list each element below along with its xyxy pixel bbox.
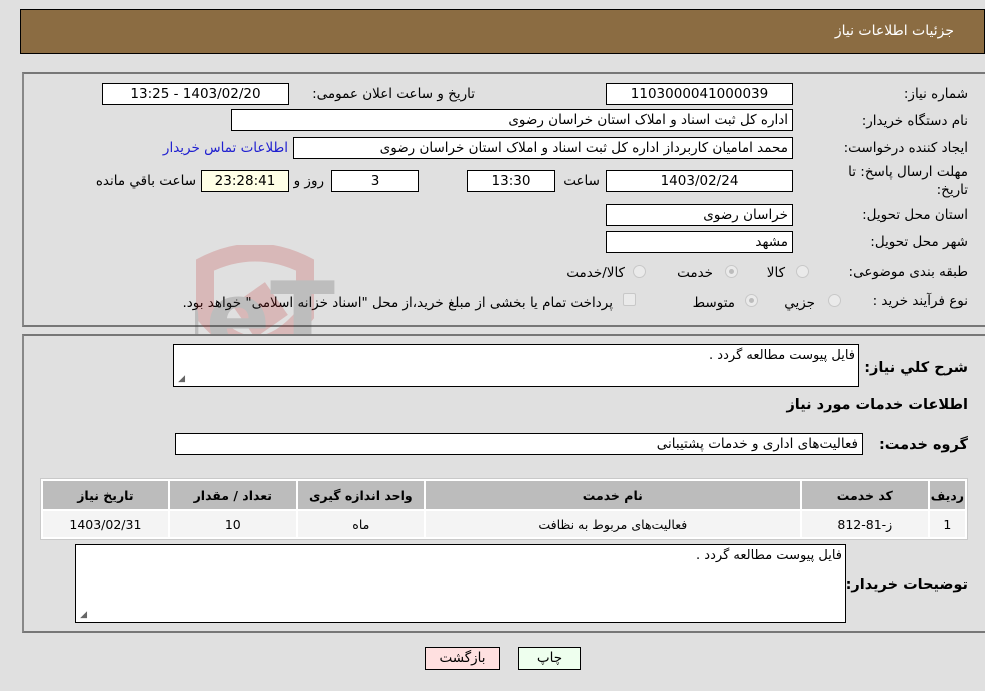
cell-need-date: 1403/02/31 <box>43 511 168 537</box>
col-service-code: کد خدمت <box>801 481 928 509</box>
buyer-notes-textarea[interactable]: فایل پیوست مطالعه گردد . ◢ <box>75 544 846 623</box>
days-label: روز و <box>293 173 324 189</box>
cell-row: 1 <box>929 511 965 537</box>
need-number-label: شماره نیاز: <box>903 86 968 102</box>
announce-datetime-field[interactable]: 1403/02/20 - 13:25 <box>102 83 289 105</box>
services-table: ردیف کد خدمت نام خدمت واحد اندازه گیری ت… <box>40 478 968 540</box>
process-medium-radio[interactable] <box>745 294 758 307</box>
col-unit: واحد اندازه گیری <box>297 481 424 509</box>
service-group-field[interactable]: فعالیت‌های اداری و خدمات پشتیبانی <box>175 433 863 455</box>
services-heading: اطلاعات خدمات مورد نیاز <box>786 397 968 413</box>
treasury-note: پرداخت تمام یا بخشی از مبلغ خرید،از محل … <box>182 295 613 311</box>
col-service-name: نام خدمت <box>425 481 800 509</box>
remaining-time-label: ساعت باقي مانده <box>95 173 196 189</box>
table-row: 1 ز-81-812 فعالیت‌های مربوط به نظافت ماه… <box>43 511 965 537</box>
cell-unit: ماه <box>297 511 424 537</box>
cell-service-code: ز-81-812 <box>801 511 928 537</box>
category-goods-service-label: کالا/خدمت <box>566 265 625 281</box>
province-label: استان محل تحویل: <box>862 207 968 223</box>
category-goods-label: کالا <box>766 265 785 281</box>
buyer-org-field[interactable]: اداره کل ثبت اسناد و املاک استان خراسان … <box>231 109 793 131</box>
category-service-radio[interactable] <box>725 265 738 278</box>
category-label: طبقه بندی موضوعی: <box>848 264 968 280</box>
process-minor-label: جزیي <box>784 295 815 311</box>
creator-field[interactable]: محمد امامیان کاربرداز اداره کل ثبت اسناد… <box>293 137 793 159</box>
col-need-date: تاریخ نیاز <box>43 481 168 509</box>
province-field[interactable]: خراسان رضوی <box>606 204 793 226</box>
need-number-field[interactable]: 1103000041000039 <box>606 83 793 105</box>
announce-label: تاریخ و ساعت اعلان عمومی: <box>312 86 475 102</box>
deadline-label: مهلت ارسال پاسخ: تا تاریخ: <box>848 164 968 198</box>
description-text: فایل پیوست مطالعه گردد . <box>709 348 855 363</box>
buyer-notes-text: فایل پیوست مطالعه گردد . <box>696 548 842 563</box>
creator-label: ایجاد کننده درخواست: <box>843 140 968 156</box>
city-label: شهر محل تحویل: <box>870 234 968 250</box>
cell-service-name: فعالیت‌های مربوط به نظافت <box>425 511 800 537</box>
city-field[interactable]: مشهد <box>606 231 793 253</box>
deadline-time-label: ساعت <box>563 173 600 189</box>
resize-grip-icon[interactable]: ◢ <box>176 375 185 384</box>
page-header: جزئیات اطلاعات نیاز <box>20 9 985 54</box>
description-textarea[interactable]: فایل پیوست مطالعه گردد . ◢ <box>173 344 859 387</box>
buyer-org-label: نام دستگاه خریدار: <box>861 113 968 129</box>
description-label: شرح کلي نیاز: <box>864 360 968 376</box>
print-button[interactable]: چاپ <box>518 647 581 670</box>
process-medium-label: متوسط <box>692 295 735 311</box>
days-remaining-field[interactable]: 3 <box>331 170 419 192</box>
page-title: جزئیات اطلاعات نیاز <box>834 23 954 39</box>
category-service-label: خدمت <box>677 265 713 281</box>
deadline-date-field[interactable]: 1403/02/24 <box>606 170 793 192</box>
treasury-checkbox[interactable] <box>623 293 636 306</box>
buyer-notes-label: توضیحات خریدار: <box>845 577 968 593</box>
back-button[interactable]: بازگشت <box>425 647 500 670</box>
col-quantity: تعداد / مقدار <box>169 481 296 509</box>
table-header-row: ردیف کد خدمت نام خدمت واحد اندازه گیری ت… <box>43 481 965 509</box>
category-goods-service-radio[interactable] <box>633 265 646 278</box>
service-group-label: گروه خدمت: <box>878 437 968 453</box>
category-goods-radio[interactable] <box>796 265 809 278</box>
deadline-time-field[interactable]: 13:30 <box>467 170 555 192</box>
cell-quantity: 10 <box>169 511 296 537</box>
process-minor-radio[interactable] <box>828 294 841 307</box>
buyer-contact-link[interactable]: اطلاعات تماس خریدار <box>163 140 288 156</box>
col-row: ردیف <box>929 481 965 509</box>
remaining-time-field: 23:28:41 <box>201 170 289 192</box>
process-type-label: نوع فرآیند خرید : <box>872 293 968 309</box>
resize-grip-icon[interactable]: ◢ <box>78 611 87 620</box>
